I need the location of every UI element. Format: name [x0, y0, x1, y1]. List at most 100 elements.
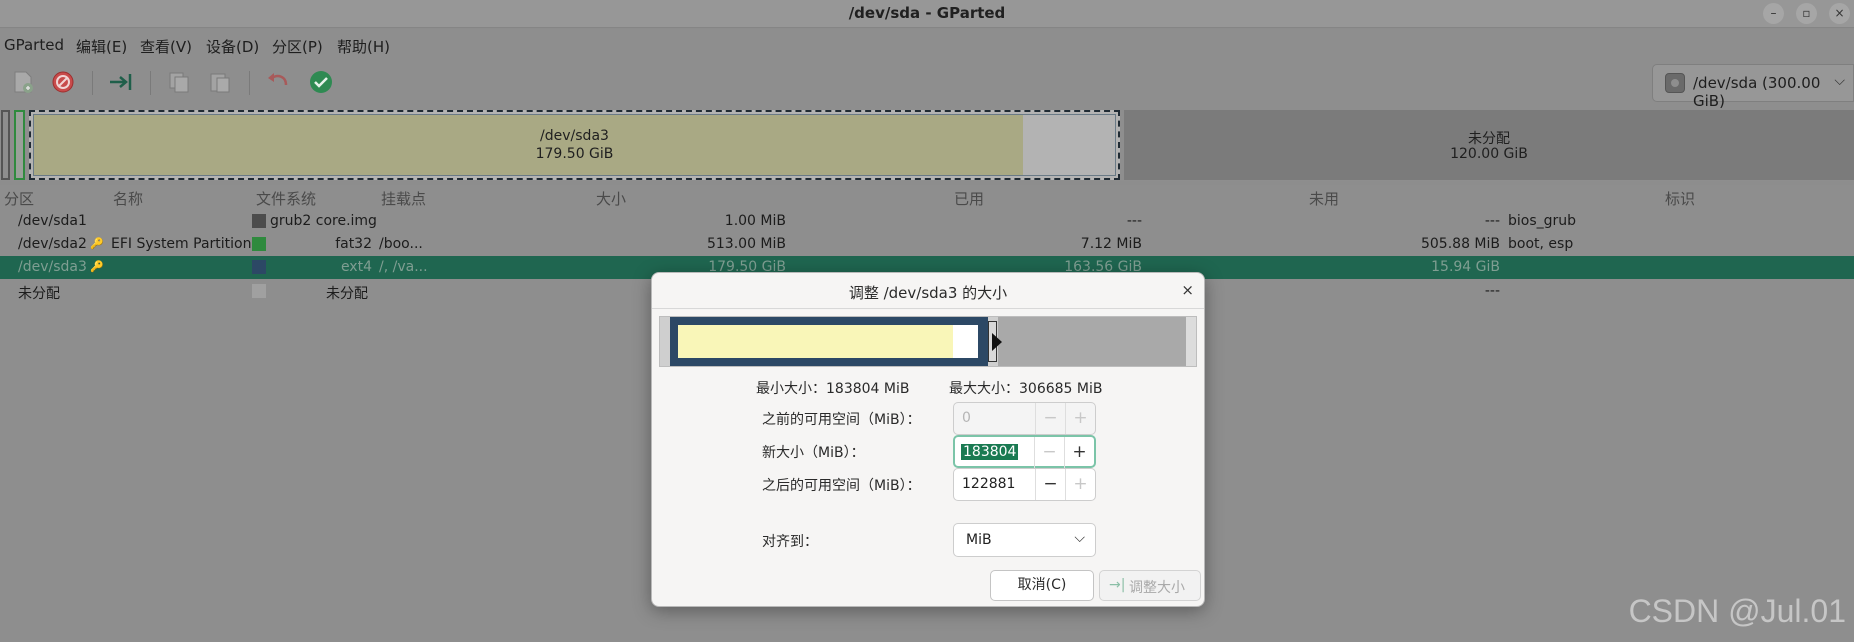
harddisk-icon — [1665, 73, 1685, 93]
paste-icon[interactable] — [207, 69, 233, 95]
map-segment-sda3[interactable]: /dev/sda3 179.50 GiB — [29, 110, 1120, 180]
plus-icon[interactable]: + — [1064, 437, 1094, 468]
minus-icon[interactable]: − — [1034, 437, 1064, 468]
cell-unused: 15.94 GiB — [1431, 259, 1500, 275]
toolbar: /dev/sda (300.00 GiB) ⌵ — [0, 59, 1854, 110]
max-size-label: 最大大小：306685 MiB — [949, 381, 1103, 397]
map-sda3-border — [33, 114, 1116, 176]
free-before-spinner[interactable]: 0 − + — [953, 402, 1096, 435]
close-icon[interactable]: × — [1181, 281, 1194, 299]
resize-partition-block[interactable] — [670, 317, 988, 366]
new-partition-icon[interactable] — [10, 69, 36, 95]
copy-icon[interactable] — [166, 69, 192, 95]
cell-filesystem: 未分配 — [326, 286, 368, 302]
column-header-unused[interactable]: 未用 — [1309, 188, 1339, 209]
resize-used-area — [678, 325, 953, 358]
fs-color-swatch — [252, 260, 266, 274]
cell-filesystem: grub2 core.img — [270, 213, 377, 229]
minimize-button[interactable]: – — [1763, 3, 1784, 24]
column-header-flags[interactable]: 标识 — [1665, 188, 1695, 209]
resize-free-area — [998, 317, 1190, 366]
chevron-down-icon: ⌵ — [1834, 73, 1845, 89]
undo-icon[interactable] — [265, 69, 291, 95]
delete-icon[interactable] — [50, 69, 76, 95]
new-size-label: 新大小（MiB）： — [762, 445, 865, 461]
chevron-down-icon: ⌵ — [1074, 530, 1085, 546]
cell-filesystem: fat32 — [335, 236, 372, 252]
new-size-spinner[interactable]: 183804 − + — [953, 435, 1096, 468]
resize-dialog: 调整 /dev/sda3 的大小 × 最小大小：183804 MiB 最大大小：… — [651, 272, 1205, 607]
menu-help[interactable]: 帮助(H) — [337, 36, 390, 57]
cell-partition: /dev/sda1 — [18, 213, 87, 229]
apply-icon[interactable] — [308, 69, 334, 95]
minus-icon[interactable]: − — [1035, 403, 1065, 434]
restore-button[interactable]: ▫ — [1796, 3, 1817, 24]
free-before-label: 之前的可用空间（MiB）： — [762, 412, 921, 428]
table-row[interactable]: /dev/sda1 grub2 core.img 1.00 MiB --- --… — [0, 210, 1854, 233]
column-header-partition[interactable]: 分区 — [4, 188, 34, 209]
map-segment-unallocated[interactable]: 未分配 120.00 GiB — [1124, 110, 1854, 180]
menu-gparted[interactable]: GParted — [4, 36, 64, 54]
column-header-name[interactable]: 名称 — [113, 188, 143, 209]
resize-arrow-icon — [992, 333, 1002, 351]
align-select[interactable]: MiB ⌵ — [953, 523, 1096, 557]
key-icon: 🔑 — [90, 237, 104, 250]
plus-icon[interactable]: + — [1065, 403, 1095, 434]
fs-color-swatch — [252, 214, 266, 228]
device-label: /dev/sda (300.00 GiB) — [1693, 74, 1821, 110]
watermark: CSDN @Jul.01 — [1628, 593, 1846, 629]
map-sda3-size: 179.50 GiB — [535, 146, 614, 162]
resize-button[interactable]: →| 调整大小 — [1099, 570, 1201, 601]
column-header-size[interactable]: 大小 — [596, 188, 626, 209]
resize-button-label: 调整大小 — [1129, 580, 1185, 596]
device-selector[interactable]: /dev/sda (300.00 GiB) ⌵ — [1652, 64, 1854, 110]
map-sda3-name: /dev/sda3 — [540, 128, 609, 144]
resize-edge — [1186, 317, 1196, 366]
free-after-label: 之后的可用空间（MiB）： — [762, 478, 921, 494]
dialog-header: 调整 /dev/sda3 的大小 × — [652, 273, 1204, 309]
cell-unused: 505.88 MiB — [1420, 236, 1500, 252]
new-size-value[interactable]: 183804 — [961, 444, 1019, 460]
column-header-mount[interactable]: 挂载点 — [381, 188, 426, 209]
cell-used: --- — [1126, 213, 1142, 229]
cell-unused: --- — [1484, 213, 1500, 229]
cancel-button[interactable]: 取消(C) — [990, 570, 1094, 601]
close-button[interactable]: × — [1829, 3, 1850, 24]
cell-partition: /dev/sda3 — [18, 259, 87, 275]
column-header-filesystem[interactable]: 文件系统 — [256, 188, 316, 209]
cell-flags: boot, esp — [1508, 236, 1574, 252]
dialog-title: 调整 /dev/sda3 的大小 — [848, 284, 1008, 302]
column-header-used[interactable]: 已用 — [954, 188, 984, 209]
plus-icon[interactable]: + — [1065, 469, 1095, 500]
toolbar-separator — [150, 71, 151, 95]
menu-view[interactable]: 查看(V) — [140, 36, 192, 57]
free-after-spinner[interactable]: 122881 − + — [953, 468, 1096, 501]
gparted-window: /dev/sda - GParted – ▫ × GParted 编辑(E) 查… — [0, 0, 1854, 642]
cell-partition: /dev/sda2 — [18, 236, 87, 252]
align-label: 对齐到： — [762, 534, 818, 550]
partition-map: /dev/sda3 179.50 GiB 未分配 120.00 GiB — [0, 109, 1854, 181]
free-after-value[interactable]: 122881 — [962, 476, 1015, 492]
cell-partition: 未分配 — [18, 286, 60, 302]
cell-size: 513.00 MiB — [706, 236, 786, 252]
menu-bar: GParted 编辑(E) 查看(V) 设备(D) 分区(P) 帮助(H) — [0, 29, 1854, 59]
key-icon: 🔑 — [90, 260, 104, 273]
cell-used: 7.12 MiB — [1080, 236, 1142, 252]
table-header: 分区 名称 文件系统 挂载点 大小 已用 未用 标识 — [0, 185, 1854, 209]
min-size-label: 最小大小：183804 MiB — [756, 381, 910, 397]
cell-flags: bios_grub — [1508, 213, 1577, 229]
resize-partition-area — [678, 325, 978, 358]
free-before-value[interactable]: 0 — [962, 410, 971, 426]
resize-move-icon[interactable] — [108, 69, 134, 95]
table-row[interactable]: /dev/sda2 🔑 EFI System Partition fat32 /… — [0, 233, 1854, 256]
menu-partition[interactable]: 分区(P) — [272, 36, 323, 57]
cell-mount: /boo... — [379, 236, 423, 252]
map-segment-sda1[interactable] — [1, 110, 10, 180]
align-value: MiB — [966, 532, 992, 548]
resize-icon: →| — [1109, 577, 1126, 593]
minus-icon[interactable]: − — [1035, 469, 1065, 500]
toolbar-separator — [249, 71, 250, 95]
menu-edit[interactable]: 编辑(E) — [76, 36, 127, 57]
menu-device[interactable]: 设备(D) — [206, 36, 259, 57]
map-segment-sda2[interactable] — [14, 110, 25, 180]
